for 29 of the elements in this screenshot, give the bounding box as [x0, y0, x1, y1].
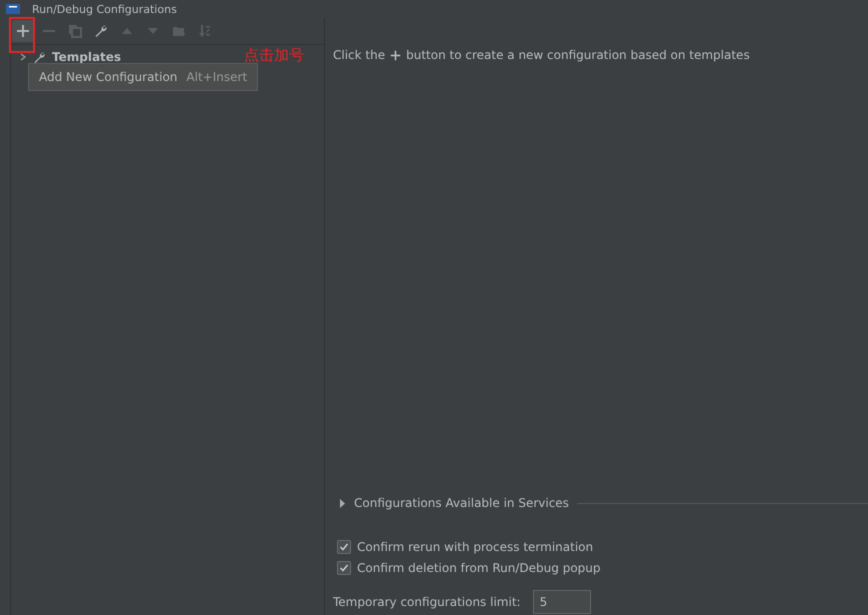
checkbox[interactable]	[337, 561, 351, 575]
checkbox-label[interactable]: Confirm rerun with process termination	[357, 540, 594, 554]
limit-label: Temporary configurations limit:	[333, 595, 521, 609]
wrench-icon	[33, 50, 46, 64]
app-icon	[6, 4, 20, 14]
add-button[interactable]	[12, 20, 34, 42]
wrench-icon	[94, 24, 108, 38]
checkmark-icon	[339, 563, 349, 573]
tree-item-label: Templates	[52, 50, 122, 64]
tree-item[interactable]: Templates	[11, 48, 126, 66]
checkbox-label[interactable]: Confirm deletion from Run/Debug popup	[357, 561, 600, 575]
tooltip-text: Add New Configuration	[39, 70, 178, 84]
plus-icon	[390, 50, 402, 60]
triangle-right-icon[interactable]	[339, 498, 346, 508]
folder-icon	[172, 24, 186, 38]
window-title: Run/Debug Configurations	[32, 2, 177, 16]
shortcut-text: Alt+Insert	[186, 70, 248, 84]
plus-icon	[16, 24, 30, 38]
sort-icon	[198, 24, 212, 38]
checkmark-icon	[339, 542, 349, 552]
checkbox[interactable]	[337, 540, 351, 554]
section-title[interactable]: Configurations Available in Services	[354, 496, 569, 510]
hint-text: Click the	[333, 48, 386, 62]
copy-icon	[68, 24, 82, 38]
limit-input-field[interactable]: 5	[532, 590, 591, 614]
hint-text: button to create a new configuration based on templates	[406, 48, 750, 62]
chevron-right-icon[interactable]	[19, 53, 27, 61]
highlight-frame	[9, 17, 35, 53]
annotation-text: 点击加号	[244, 46, 304, 65]
